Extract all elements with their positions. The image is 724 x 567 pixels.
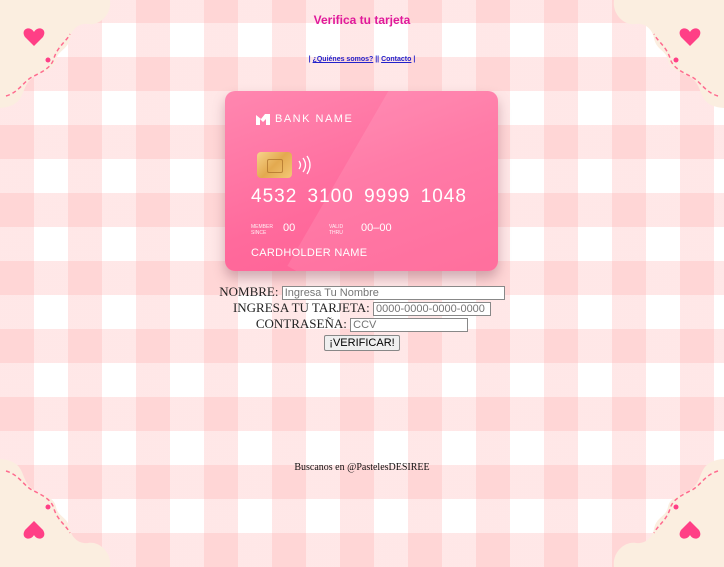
footer-text: Buscanos en @PastelesDESIREE xyxy=(294,462,430,473)
cardholder-name: CARDHOLDER NAME xyxy=(251,247,368,259)
password-label: CONTRASEÑA: xyxy=(255,316,347,331)
verify-button[interactable]: ¡VERIFICAR! xyxy=(324,335,400,351)
nav-suffix: | xyxy=(411,56,416,63)
about-link[interactable]: ¿Quiénes somos? xyxy=(313,56,374,63)
card-number-label: INGRESA TU TARJETA: xyxy=(232,300,370,315)
card-row: INGRESA TU TARJETA: xyxy=(0,300,724,317)
bank-logo-icon xyxy=(256,114,270,125)
page-title: Verifica tu tarjeta xyxy=(313,13,411,27)
contact-link[interactable]: Contacto xyxy=(381,56,411,63)
card-number: 4532 3100 9999 1048 xyxy=(251,186,467,207)
valid-thru-label: VALID THRU xyxy=(329,224,344,236)
ccv-input[interactable] xyxy=(350,318,469,333)
member-since-label: MEMBER SINCE xyxy=(251,224,273,236)
contactless-icon xyxy=(298,155,311,175)
submit-row: ¡VERIFICAR! xyxy=(0,334,724,351)
member-since-value: 00 xyxy=(283,222,296,234)
bank-name: BANK NAME xyxy=(275,113,354,125)
name-label: NOMBRE: xyxy=(219,284,279,299)
name-input[interactable] xyxy=(281,286,505,301)
password-row: CONTRASEÑA: xyxy=(0,316,724,333)
valid-thru-value: 00–00 xyxy=(361,222,392,234)
nav-separator: || xyxy=(373,56,382,63)
chip-icon xyxy=(257,152,292,178)
credit-card-image: BANK NAME 4532 3100 9999 1048 MEMBER SIN… xyxy=(225,91,498,271)
nav-links: | ¿Quiénes somos? || Contacto | xyxy=(0,56,724,63)
name-row: NOMBRE: xyxy=(0,284,724,301)
verification-form: NOMBRE: INGRESA TU TARJETA: CONTRASEÑA: … xyxy=(0,284,724,351)
card-number-input[interactable] xyxy=(373,302,492,317)
